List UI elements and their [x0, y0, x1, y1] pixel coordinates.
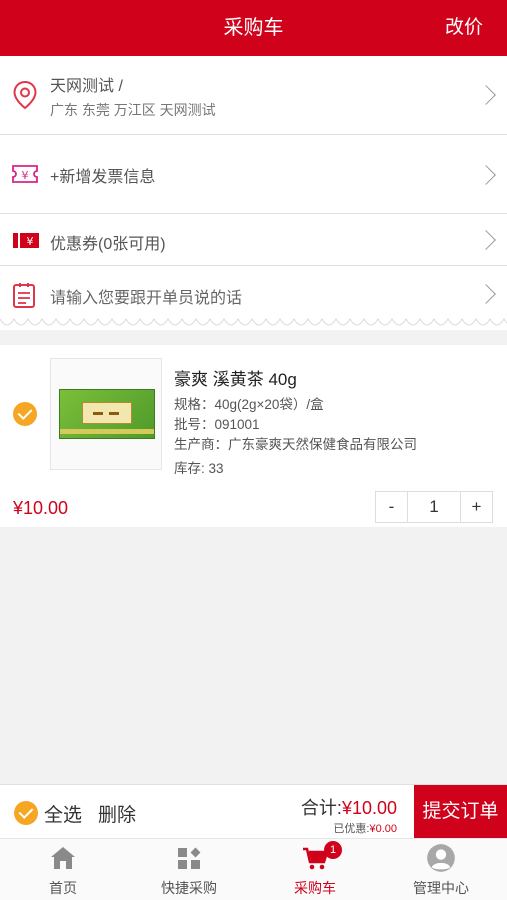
tab-quick-purchase[interactable]: 快捷采购: [126, 839, 252, 900]
submit-order-button[interactable]: 提交订单: [414, 785, 507, 839]
home-icon: [51, 847, 75, 869]
location-pin-icon: [13, 80, 37, 110]
checkout-bar: 全选 删除 合计:¥10.00 已优惠:¥0.00 提交订单: [0, 784, 507, 839]
scallop-divider: [0, 316, 507, 326]
page-title: 采购车: [223, 17, 284, 39]
chevron-right-icon: [476, 85, 496, 105]
tab-management[interactable]: 管理中心: [378, 839, 504, 900]
svg-text:¥: ¥: [22, 169, 29, 182]
address-region: 广东 东莞 万江区 天网测试: [50, 102, 216, 118]
bottom-tab-bar: 首页 快捷采购 1 采购车 管理中心: [0, 838, 507, 900]
total-price: 合计:¥10.00: [300, 798, 397, 818]
product-image[interactable]: [50, 358, 162, 470]
product-batch: 批号：091001: [174, 417, 260, 432]
grid-icon: [178, 847, 201, 869]
delete-button[interactable]: 删除: [98, 800, 136, 827]
quantity-input[interactable]: 1: [408, 492, 460, 522]
product-price: ¥10.00: [13, 498, 69, 518]
increase-button[interactable]: +: [460, 492, 492, 522]
chevron-right-icon: [476, 284, 496, 304]
product-manufacturer: 生产商：广东豪爽天然保健食品有限公司: [174, 437, 417, 452]
invoice-icon: ¥: [12, 165, 38, 183]
discount-text: 已优惠:¥0.00: [333, 823, 397, 835]
product-stock: 库存: 33: [174, 461, 224, 476]
item-checkbox[interactable]: [13, 402, 37, 426]
total-amount: ¥10.00: [341, 798, 397, 818]
invoice-row[interactable]: ¥ +新增发票信息: [0, 135, 507, 214]
select-all-checkbox[interactable]: [14, 801, 38, 825]
discount-amount: ¥0.00: [369, 823, 397, 835]
coupon-row[interactable]: ¥ 优惠券(0张可用): [0, 214, 507, 266]
coupon-label: 优惠券(0张可用): [50, 236, 166, 253]
decrease-button[interactable]: -: [376, 492, 408, 522]
chevron-right-icon: [476, 230, 496, 250]
edit-price-button[interactable]: 改价: [445, 0, 483, 56]
user-icon: [427, 844, 455, 872]
select-all-label[interactable]: 全选: [44, 800, 82, 827]
note-icon: [13, 283, 35, 308]
app-header: 采购车 改价: [0, 0, 507, 56]
cart-item: 豪爽 溪黄茶 40g 规格：40g(2g×20袋）/盒 批号：091001 生产…: [0, 345, 507, 527]
cart-count-badge: 1: [324, 841, 342, 859]
chevron-right-icon: [476, 165, 496, 185]
message-input[interactable]: 请输入您要跟开单员说的话: [50, 284, 242, 308]
product-box-illustration: [59, 389, 155, 439]
tab-home[interactable]: 首页: [0, 839, 126, 900]
tab-cart[interactable]: 1 采购车: [252, 839, 378, 900]
product-spec: 规格：40g(2g×20袋）/盒: [174, 397, 324, 412]
address-row[interactable]: 天网测试 / 广东 东莞 万江区 天网测试: [0, 56, 507, 135]
product-name: 豪爽 溪黄茶 40g: [174, 370, 297, 389]
coupon-icon: ¥: [13, 233, 39, 248]
address-name: 天网测试 /: [50, 78, 123, 95]
svg-text:¥: ¥: [27, 235, 34, 248]
add-invoice-label: +新增发票信息: [50, 169, 156, 186]
quantity-stepper: - 1 +: [375, 491, 493, 523]
